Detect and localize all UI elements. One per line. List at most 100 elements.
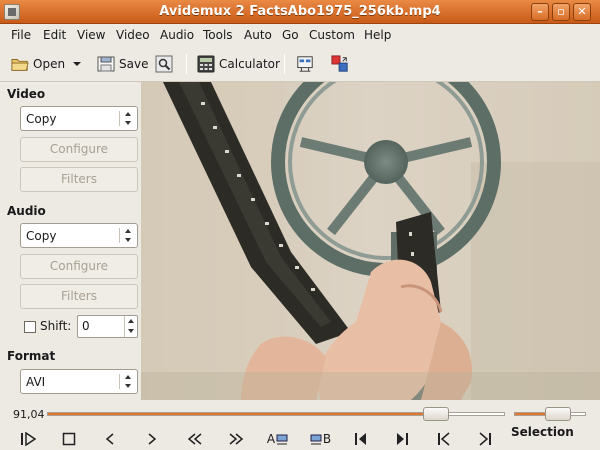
- menu-tools[interactable]: Tools: [203, 28, 233, 42]
- timeline-thumb[interactable]: [423, 407, 449, 421]
- fast-forward-button[interactable]: [225, 430, 247, 448]
- title-bar[interactable]: Avidemux 2 FactsAbo1975_256kb.mp4 – ▫ ✕: [0, 0, 600, 24]
- video-filters-button[interactable]: Filters: [20, 167, 138, 192]
- play-icon: [21, 432, 36, 446]
- next-frame-icon: [148, 433, 157, 445]
- open-dropdown-button[interactable]: [72, 52, 82, 76]
- close-icon: ✕: [577, 5, 587, 18]
- format-section-title: Format: [7, 349, 56, 363]
- menu-custom[interactable]: Custom: [309, 28, 355, 42]
- properties-icon: [155, 55, 173, 73]
- volume-slider[interactable]: [514, 407, 586, 421]
- previous-frame-button[interactable]: [99, 430, 121, 448]
- settings-panel: Video Copy Configure Filters Audio Copy …: [0, 82, 141, 400]
- shift-spinbox[interactable]: 0: [77, 315, 138, 338]
- open-button[interactable]: Open: [11, 52, 65, 76]
- selection-label: Selection: [511, 425, 574, 439]
- calculator-label: Calculator: [219, 57, 280, 71]
- save-icon: [97, 56, 115, 72]
- close-button[interactable]: ✕: [573, 3, 591, 21]
- audio-section-title: Audio: [7, 204, 46, 218]
- timeline-slider[interactable]: [47, 407, 505, 421]
- maximize-button[interactable]: ▫: [552, 3, 570, 21]
- combo-separator: [119, 374, 120, 389]
- stop-icon: [62, 432, 76, 446]
- audio-codec-value: Copy: [26, 229, 57, 243]
- format-value: AVI: [26, 375, 46, 389]
- audio-filters-button[interactable]: Filters: [20, 284, 138, 309]
- video-frame-image: [141, 82, 600, 400]
- set-marker-b-button[interactable]: B: [305, 430, 335, 448]
- rewind-button[interactable]: [184, 430, 206, 448]
- next-frame-button[interactable]: [141, 430, 163, 448]
- minimize-icon: –: [537, 5, 543, 18]
- marker-b-label: B: [322, 432, 332, 446]
- audio-codec-select[interactable]: Copy: [20, 223, 138, 248]
- toolbar: Open Save Calculator: [0, 46, 600, 82]
- shift-label: Shift:: [40, 319, 72, 333]
- position-label: 91,04: [13, 408, 45, 421]
- minimize-button[interactable]: –: [531, 3, 549, 21]
- updown-arrows-icon: [125, 112, 132, 125]
- properties-button[interactable]: [155, 52, 173, 76]
- previous-keyframe-icon: [355, 433, 366, 445]
- stop-button[interactable]: [58, 430, 80, 448]
- previous-frame-icon: [105, 433, 114, 445]
- toolbar-separator: [186, 54, 187, 74]
- toolbar-separator: [284, 54, 285, 74]
- menu-go[interactable]: Go: [282, 28, 299, 42]
- shift-value: 0: [82, 319, 90, 333]
- video-codec-select[interactable]: Copy: [20, 106, 138, 131]
- menu-file[interactable]: File: [11, 28, 31, 42]
- output-button[interactable]: [331, 52, 349, 76]
- transport-area: 91,04 A B Selection: [0, 400, 600, 450]
- maximize-icon: ▫: [557, 5, 565, 18]
- shift-checkbox[interactable]: [24, 321, 36, 333]
- video-preview[interactable]: [141, 82, 600, 400]
- set-marker-a-button[interactable]: A: [264, 430, 292, 448]
- go-to-start-icon: [438, 432, 450, 446]
- menu-help[interactable]: Help: [364, 28, 391, 42]
- menu-auto[interactable]: Auto: [244, 28, 272, 42]
- go-to-end-icon: [479, 432, 491, 446]
- fast-forward-icon: [229, 433, 244, 445]
- play-button[interactable]: [17, 430, 39, 448]
- updown-arrows-icon: [125, 375, 132, 388]
- preview-button[interactable]: [296, 52, 314, 76]
- video-codec-value: Copy: [26, 112, 57, 126]
- format-select[interactable]: AVI: [20, 369, 138, 394]
- dropdown-arrow-icon: [73, 62, 81, 66]
- next-keyframe-icon: [397, 433, 408, 445]
- menu-bar: File Edit View Video Audio Tools Auto Go…: [0, 24, 600, 46]
- menu-video[interactable]: Video: [116, 28, 150, 42]
- output-icon: [331, 55, 348, 72]
- menu-view[interactable]: View: [77, 28, 105, 42]
- go-to-start-button[interactable]: [433, 430, 455, 448]
- video-configure-button[interactable]: Configure: [20, 137, 138, 162]
- video-section-title: Video: [7, 87, 46, 101]
- next-keyframe-button[interactable]: [391, 430, 413, 448]
- set-marker-a-icon: [276, 434, 288, 445]
- updown-arrows-icon: [125, 229, 132, 242]
- menu-edit[interactable]: Edit: [43, 28, 66, 42]
- folder-icon: [11, 59, 29, 71]
- volume-thumb[interactable]: [545, 407, 571, 421]
- save-label: Save: [119, 57, 149, 71]
- spin-down-icon[interactable]: [124, 326, 137, 337]
- open-label: Open: [33, 57, 66, 71]
- marker-a-label: A: [266, 432, 276, 446]
- audio-configure-button[interactable]: Configure: [20, 254, 138, 279]
- combo-separator: [119, 111, 120, 126]
- calculator-button[interactable]: Calculator: [197, 52, 280, 76]
- set-marker-b-icon: [310, 434, 322, 445]
- preview-icon: [297, 56, 313, 72]
- previous-keyframe-button[interactable]: [350, 430, 372, 448]
- timeline-progress: [48, 413, 436, 415]
- combo-separator: [119, 228, 120, 243]
- menu-audio[interactable]: Audio: [160, 28, 194, 42]
- save-button[interactable]: Save: [97, 52, 148, 76]
- window-title: Avidemux 2 FactsAbo1975_256kb.mp4: [159, 4, 441, 19]
- go-to-end-button[interactable]: [474, 430, 496, 448]
- rewind-icon: [187, 433, 202, 445]
- calculator-icon: [197, 55, 215, 73]
